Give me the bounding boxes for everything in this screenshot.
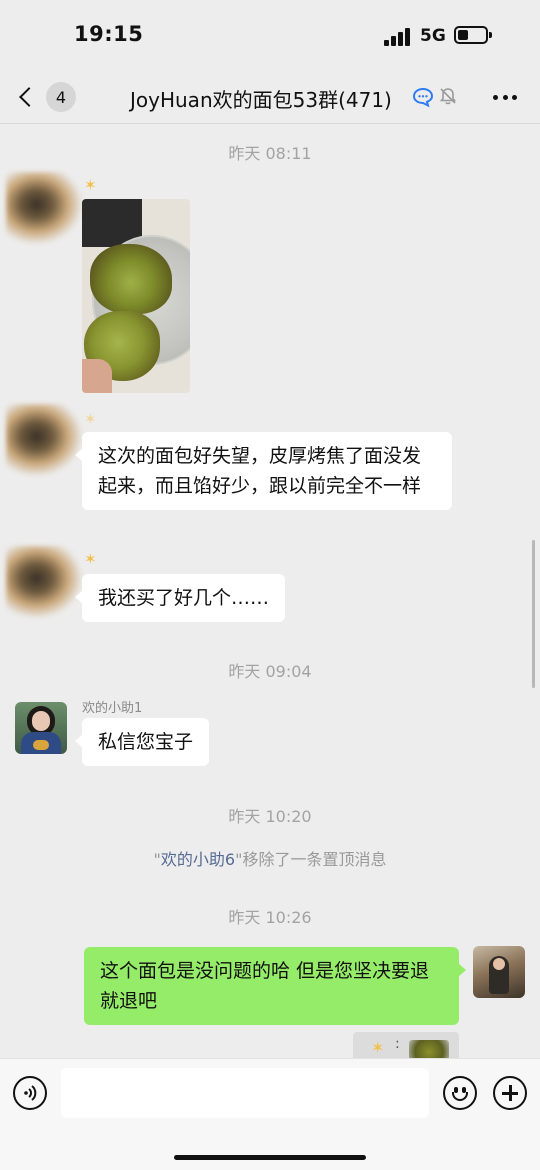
sender-name: 欢的小助1	[82, 701, 143, 716]
chat-title: JoyHuan欢的面包53群(471)	[130, 88, 392, 112]
quoted-message-preview[interactable]: ✶ :	[353, 1032, 459, 1060]
voice-input-button[interactable]	[13, 1076, 47, 1110]
system-quote: "	[153, 850, 161, 869]
avatar-face	[32, 711, 50, 731]
star-badge-icon: ✶	[371, 1038, 385, 1057]
mute-bell-icon	[439, 88, 457, 105]
star-badge-icon: ✶	[84, 410, 97, 428]
status-bar: 19:15 5G	[0, 0, 540, 70]
network-label: 5G	[420, 26, 446, 46]
quote-thumbnail	[409, 1040, 449, 1060]
timestamp: 昨天 10:20	[228, 807, 312, 826]
voice-icon	[24, 1085, 37, 1101]
quote-colon: :	[395, 1036, 400, 1052]
message-bubble[interactable]: 私信您宝子	[74, 718, 210, 766]
more-dot	[502, 94, 508, 100]
message-bubble[interactable]: 我还买了好几个……	[74, 574, 286, 622]
more-button[interactable]	[490, 82, 520, 112]
star-badge-icon: ✶	[84, 550, 97, 568]
emoji-button[interactable]	[443, 1076, 477, 1110]
my-message-bubble[interactable]: 这个面包是没问题的哈 但是您坚决要退就退吧	[84, 947, 466, 1025]
photo-hand	[82, 359, 112, 393]
avatar[interactable]	[6, 546, 82, 618]
emoji-mouth	[452, 1092, 468, 1101]
back-button[interactable]: 4	[14, 80, 78, 114]
more-dot	[512, 94, 517, 100]
message-bubble[interactable]: 这次的面包好失望，皮厚烤焦了面没发起来，而且馅好少，跟以前完全不一样	[75, 432, 452, 510]
input-bar	[0, 1058, 540, 1170]
avatar-face	[493, 958, 505, 970]
scrollbar[interactable]	[532, 540, 535, 688]
timestamp: 昨天 10:26	[228, 908, 312, 927]
back-chevron-icon	[19, 87, 39, 107]
signal-icon	[384, 28, 412, 46]
avatar[interactable]	[6, 404, 82, 476]
chat-header: 4 JoyHuan欢的面包53群(471)	[0, 70, 540, 124]
avatar[interactable]	[6, 172, 82, 244]
battery-icon	[454, 26, 488, 44]
system-message: "欢的小助6"移除了一条置顶消息	[0, 846, 540, 870]
my-avatar[interactable]	[473, 946, 525, 998]
message-input[interactable]	[61, 1068, 429, 1118]
avatar-item	[33, 740, 49, 750]
home-indicator[interactable]	[174, 1155, 366, 1160]
timestamp: 昨天 08:11	[228, 144, 312, 163]
system-message-name[interactable]: 欢的小助6	[161, 850, 235, 869]
battery-tip	[489, 32, 492, 38]
timestamp: 昨天 09:04	[228, 662, 312, 681]
more-features-button[interactable]	[493, 1076, 527, 1110]
more-dot	[493, 94, 498, 100]
star-badge-icon: ✶	[84, 176, 97, 194]
avatar[interactable]	[15, 702, 67, 754]
plus-icon	[509, 1085, 512, 1101]
system-message-text: "移除了一条置顶消息	[235, 850, 387, 869]
status-time: 19:15	[74, 22, 144, 46]
chat-bubble-icon[interactable]	[412, 86, 434, 108]
photo-bread	[90, 244, 172, 314]
unread-badge: 4	[46, 82, 76, 112]
image-message[interactable]	[82, 199, 190, 393]
